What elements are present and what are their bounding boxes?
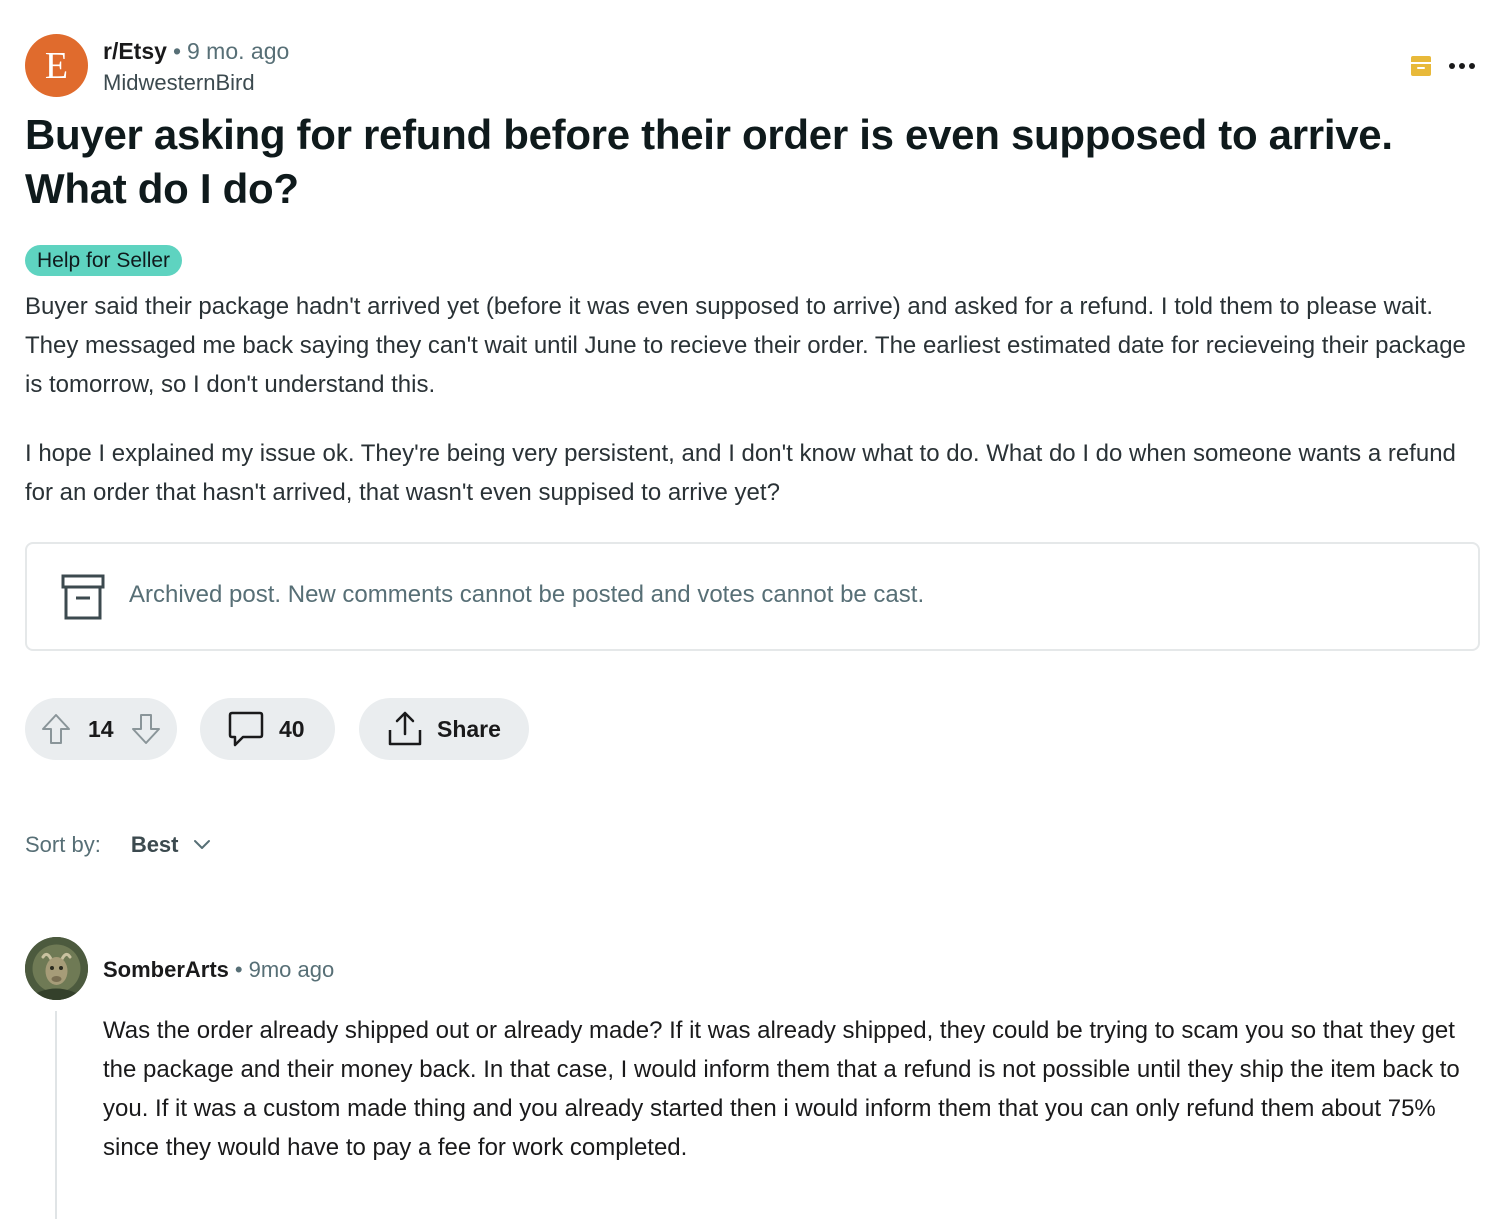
post-title[interactable]: Buyer asking for refund before their ord… xyxy=(25,108,1480,216)
vote-count: 14 xyxy=(88,715,114,742)
meta-separator: • xyxy=(234,957,243,982)
post-paragraph: Buyer said their package hadn't arrived … xyxy=(25,293,1466,398)
subreddit-link[interactable]: r/Etsy xyxy=(103,38,167,64)
post-meta: r/Etsy • 9 mo. ago xyxy=(103,38,289,65)
post-flair[interactable]: Help for Seller xyxy=(25,245,183,276)
archive-save-icon[interactable] xyxy=(1410,55,1432,77)
comment-time: 9mo ago xyxy=(248,957,335,982)
subreddit-avatar[interactable]: E xyxy=(25,34,88,97)
comments-button[interactable]: 40 xyxy=(200,698,335,760)
sort-label: Sort by: xyxy=(25,832,101,857)
comment-author[interactable]: SomberArts xyxy=(103,957,229,982)
post-header: E r/Etsy • 9 mo. ago MidwesternBird xyxy=(25,34,1480,100)
share-button[interactable]: Share xyxy=(359,698,529,760)
downvote-arrow-icon[interactable] xyxy=(131,713,161,745)
sort-value[interactable]: Best xyxy=(131,832,179,858)
comment-bubble-icon xyxy=(228,711,264,747)
post-paragraph: I hope I explained my issue ok. They're … xyxy=(25,440,1456,506)
vote-control: 14 xyxy=(25,698,177,760)
post-author[interactable]: MidwesternBird xyxy=(103,70,255,96)
avatar[interactable] xyxy=(25,937,88,1000)
comment-body: Was the order already shipped out or alr… xyxy=(103,1017,1460,1161)
comment-meta: SomberArts • 9mo ago xyxy=(103,957,334,983)
sort-control[interactable]: Sort by: Best xyxy=(25,832,211,858)
post-time: 9 mo. ago xyxy=(187,38,290,64)
archived-notice: Archived post. New comments cannot be po… xyxy=(25,542,1480,651)
thread-line[interactable] xyxy=(55,1011,57,1219)
more-horizontal-icon[interactable] xyxy=(1444,52,1480,80)
archived-text: Archived post. New comments cannot be po… xyxy=(129,581,925,608)
post-body: Buyer said their package hadn't arrived … xyxy=(25,287,1480,542)
archive-box-icon xyxy=(61,574,105,620)
comment: SomberArts • 9mo ago Was the order already… xyxy=(25,937,1480,1219)
share-label: Share xyxy=(437,715,501,742)
chevron-down-icon[interactable] xyxy=(193,839,211,851)
comment-count: 40 xyxy=(279,715,305,742)
upvote-arrow-icon[interactable] xyxy=(41,713,71,745)
meta-separator: • xyxy=(172,38,181,64)
share-upload-icon xyxy=(388,711,422,746)
